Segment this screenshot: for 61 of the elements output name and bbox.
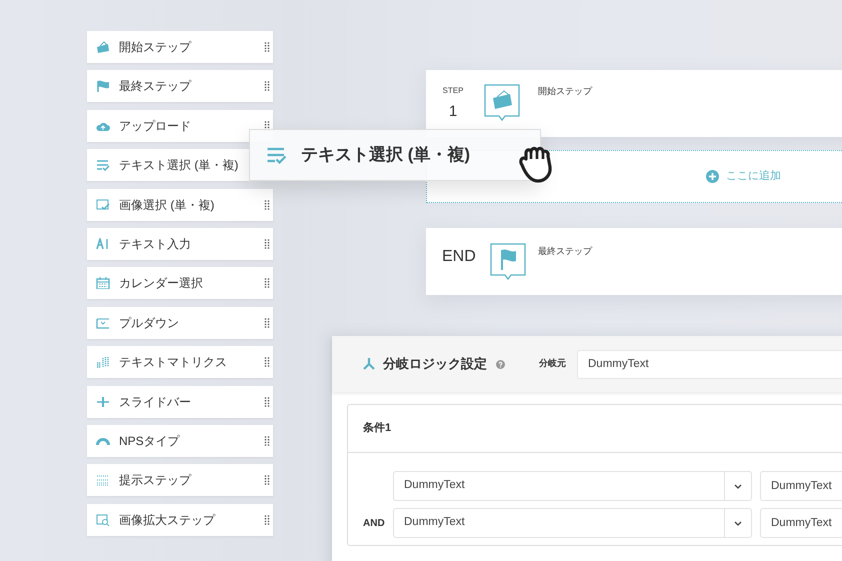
flag-icon <box>96 80 110 92</box>
signboard-icon <box>484 84 520 122</box>
image-check-icon <box>96 198 110 211</box>
drag-handle-icon[interactable] <box>264 357 270 368</box>
chevron-down-icon <box>734 484 742 488</box>
palette-item[interactable]: スライドバー <box>87 386 273 418</box>
step-label: STEP <box>442 85 464 97</box>
select-field[interactable]: DummyText <box>393 471 752 501</box>
select-field[interactable]: DummyText <box>393 508 752 538</box>
palette-item[interactable]: NPSタイプ <box>87 424 273 457</box>
palette-item[interactable]: カレンダー選択 <box>87 267 273 300</box>
drag-handle-icon[interactable] <box>264 514 270 525</box>
source-label: 分岐元 <box>539 357 566 370</box>
chevron-down-icon <box>734 520 742 526</box>
palette-item[interactable]: 提示ステップ <box>87 464 273 496</box>
palette-item[interactable]: 最終ステップ <box>87 70 273 102</box>
drag-handle-icon[interactable] <box>264 278 270 288</box>
condition-title: 条件1 <box>363 421 392 436</box>
add-circle-icon <box>706 170 719 183</box>
dragged-item[interactable]: テキスト選択 (単・複) <box>249 129 541 181</box>
palette-item[interactable]: テキスト選択 (単・複) <box>87 149 249 182</box>
abc-text-icon <box>96 474 110 486</box>
palette-item[interactable]: アップロード <box>87 110 273 142</box>
value-field[interactable]: DummyText <box>760 508 842 538</box>
list-check-icon <box>266 146 287 164</box>
step-title: 開始ステップ <box>538 85 592 98</box>
matrix-icon <box>96 356 110 368</box>
slider-icon <box>96 396 110 408</box>
source-field[interactable]: DummyText <box>577 350 842 378</box>
drag-handle-icon[interactable] <box>264 436 270 446</box>
add-here-label: ここに追加 <box>726 169 781 184</box>
drag-handle-icon[interactable] <box>264 238 270 249</box>
drag-handle-icon[interactable] <box>264 81 270 92</box>
drag-handle-icon[interactable] <box>264 396 270 407</box>
palette-item[interactable]: 開始ステップ <box>87 31 273 63</box>
calendar-icon <box>96 277 110 290</box>
palette-item[interactable]: 画像選択 (単・複) <box>87 188 273 221</box>
step-number: 1 <box>448 102 458 122</box>
operator-label: AND <box>363 518 385 528</box>
end-card[interactable]: END 最終ステップ <box>426 228 842 295</box>
branch-icon <box>362 357 376 371</box>
drag-handle-icon[interactable] <box>264 475 270 486</box>
step-card[interactable]: STEP 1 開始ステップ <box>426 70 842 137</box>
value-field[interactable]: DummyText <box>760 471 842 501</box>
image-zoom-icon <box>96 514 110 526</box>
signboard-icon <box>96 41 110 53</box>
help-icon[interactable] <box>496 360 505 368</box>
palette-item[interactable]: テキスト入力 <box>87 228 273 260</box>
drag-handle-icon[interactable] <box>264 318 270 328</box>
text-input-icon <box>96 238 110 250</box>
palette-item[interactable]: テキストマトリクス <box>87 346 273 378</box>
palette-item[interactable]: プルダウン <box>87 306 273 339</box>
flag-icon <box>490 243 526 281</box>
drag-handle-icon[interactable] <box>264 200 270 210</box>
list-check-icon <box>96 159 110 172</box>
palette-item[interactable]: 画像拡大ステップ <box>87 504 273 536</box>
logic-title: 分岐ロジック設定 <box>383 355 487 374</box>
drag-handle-icon[interactable] <box>264 42 270 52</box>
dropdown-icon <box>96 316 110 329</box>
end-label: END <box>442 247 476 267</box>
step-title: 最終ステップ <box>538 245 592 258</box>
